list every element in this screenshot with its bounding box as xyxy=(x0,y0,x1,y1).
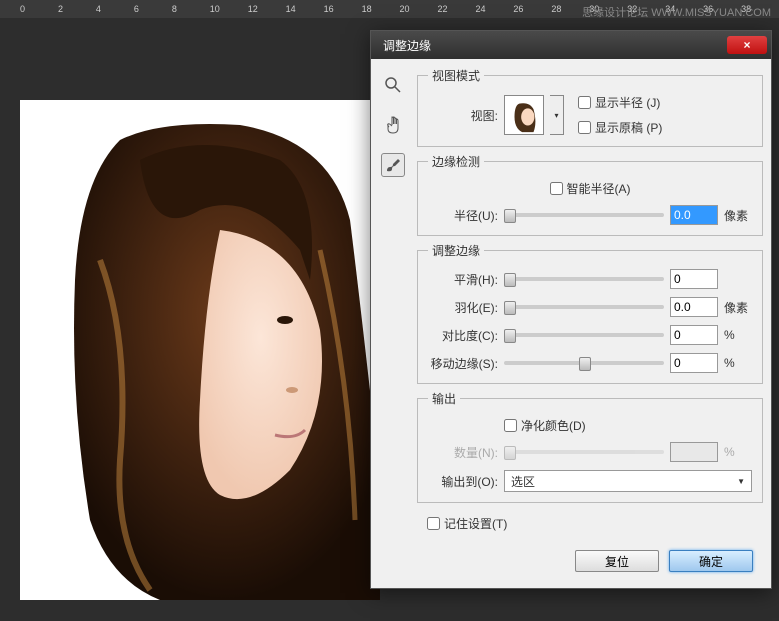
feather-slider[interactable] xyxy=(504,305,664,309)
contrast-unit: % xyxy=(724,328,752,342)
view-mode-legend: 视图模式 xyxy=(428,67,484,84)
view-label: 视图: xyxy=(428,107,498,124)
radius-label: 半径(U): xyxy=(428,207,498,224)
contrast-slider[interactable] xyxy=(504,333,664,337)
shift-edge-slider[interactable] xyxy=(504,361,664,365)
hand-tool-icon[interactable] xyxy=(381,113,405,137)
ok-button[interactable]: 确定 xyxy=(669,550,753,572)
shift-edge-unit: % xyxy=(724,356,752,370)
radius-input[interactable] xyxy=(670,205,718,225)
shift-edge-input[interactable] xyxy=(670,353,718,373)
feather-label: 羽化(E): xyxy=(428,299,498,316)
contrast-input[interactable] xyxy=(670,325,718,345)
feather-input[interactable] xyxy=(670,297,718,317)
output-to-select[interactable]: 选区 xyxy=(504,470,752,492)
feather-unit: 像素 xyxy=(724,299,752,316)
edge-detection-group: 边缘检测 智能半径(A) 半径(U): 像素 xyxy=(417,153,763,236)
dialog-title: 调整边缘 xyxy=(375,37,727,54)
amount-label: 数量(N): xyxy=(428,444,498,461)
adjust-edge-legend: 调整边缘 xyxy=(428,242,484,259)
radius-unit: 像素 xyxy=(724,207,752,224)
smart-radius-checkbox[interactable]: 智能半径(A) xyxy=(550,180,631,197)
close-button[interactable]: × xyxy=(727,36,767,54)
view-dropdown-icon[interactable]: ▾ xyxy=(550,95,564,135)
show-original-checkbox[interactable]: 显示原稿 (P) xyxy=(578,119,662,136)
show-radius-checkbox[interactable]: 显示半径 (J) xyxy=(578,94,662,111)
view-thumbnail[interactable] xyxy=(504,95,544,135)
amount-input xyxy=(670,442,718,462)
view-mode-group: 视图模式 视图: ▾ 显示半径 (J) 显示原稿 (P) xyxy=(417,67,763,147)
dialog-titlebar[interactable]: 调整边缘 × xyxy=(371,31,771,59)
edge-detection-legend: 边缘检测 xyxy=(428,153,484,170)
output-legend: 输出 xyxy=(428,390,460,407)
adjust-edge-group: 调整边缘 平滑(H): 羽化(E): 像素 对比度(C): xyxy=(417,242,763,384)
amount-slider xyxy=(504,450,664,454)
smooth-label: 平滑(H): xyxy=(428,271,498,288)
decontaminate-checkbox[interactable]: 净化颜色(D) xyxy=(504,417,586,434)
refine-edge-dialog: 调整边缘 × 视图模式 视图: ▾ xyxy=(370,30,772,589)
smooth-input[interactable] xyxy=(670,269,718,289)
amount-unit: % xyxy=(724,445,752,459)
smooth-slider[interactable] xyxy=(504,277,664,281)
tool-column xyxy=(379,67,407,580)
output-group: 输出 净化颜色(D) 数量(N): % 输出到(O): 选区 xyxy=(417,390,763,503)
contrast-label: 对比度(C): xyxy=(428,327,498,344)
reset-button[interactable]: 复位 xyxy=(575,550,659,572)
remember-settings-checkbox[interactable]: 记住设置(T) xyxy=(427,515,753,532)
radius-slider[interactable] xyxy=(504,213,664,217)
output-to-label: 输出到(O): xyxy=(428,473,498,490)
shift-edge-label: 移动边缘(S): xyxy=(428,355,498,372)
watermark: 思缘设计论坛 WWW.MISSYUAN.COM xyxy=(582,4,771,20)
brush-tool-icon[interactable] xyxy=(381,153,405,177)
zoom-tool-icon[interactable] xyxy=(381,73,405,97)
canvas-image xyxy=(20,100,380,600)
